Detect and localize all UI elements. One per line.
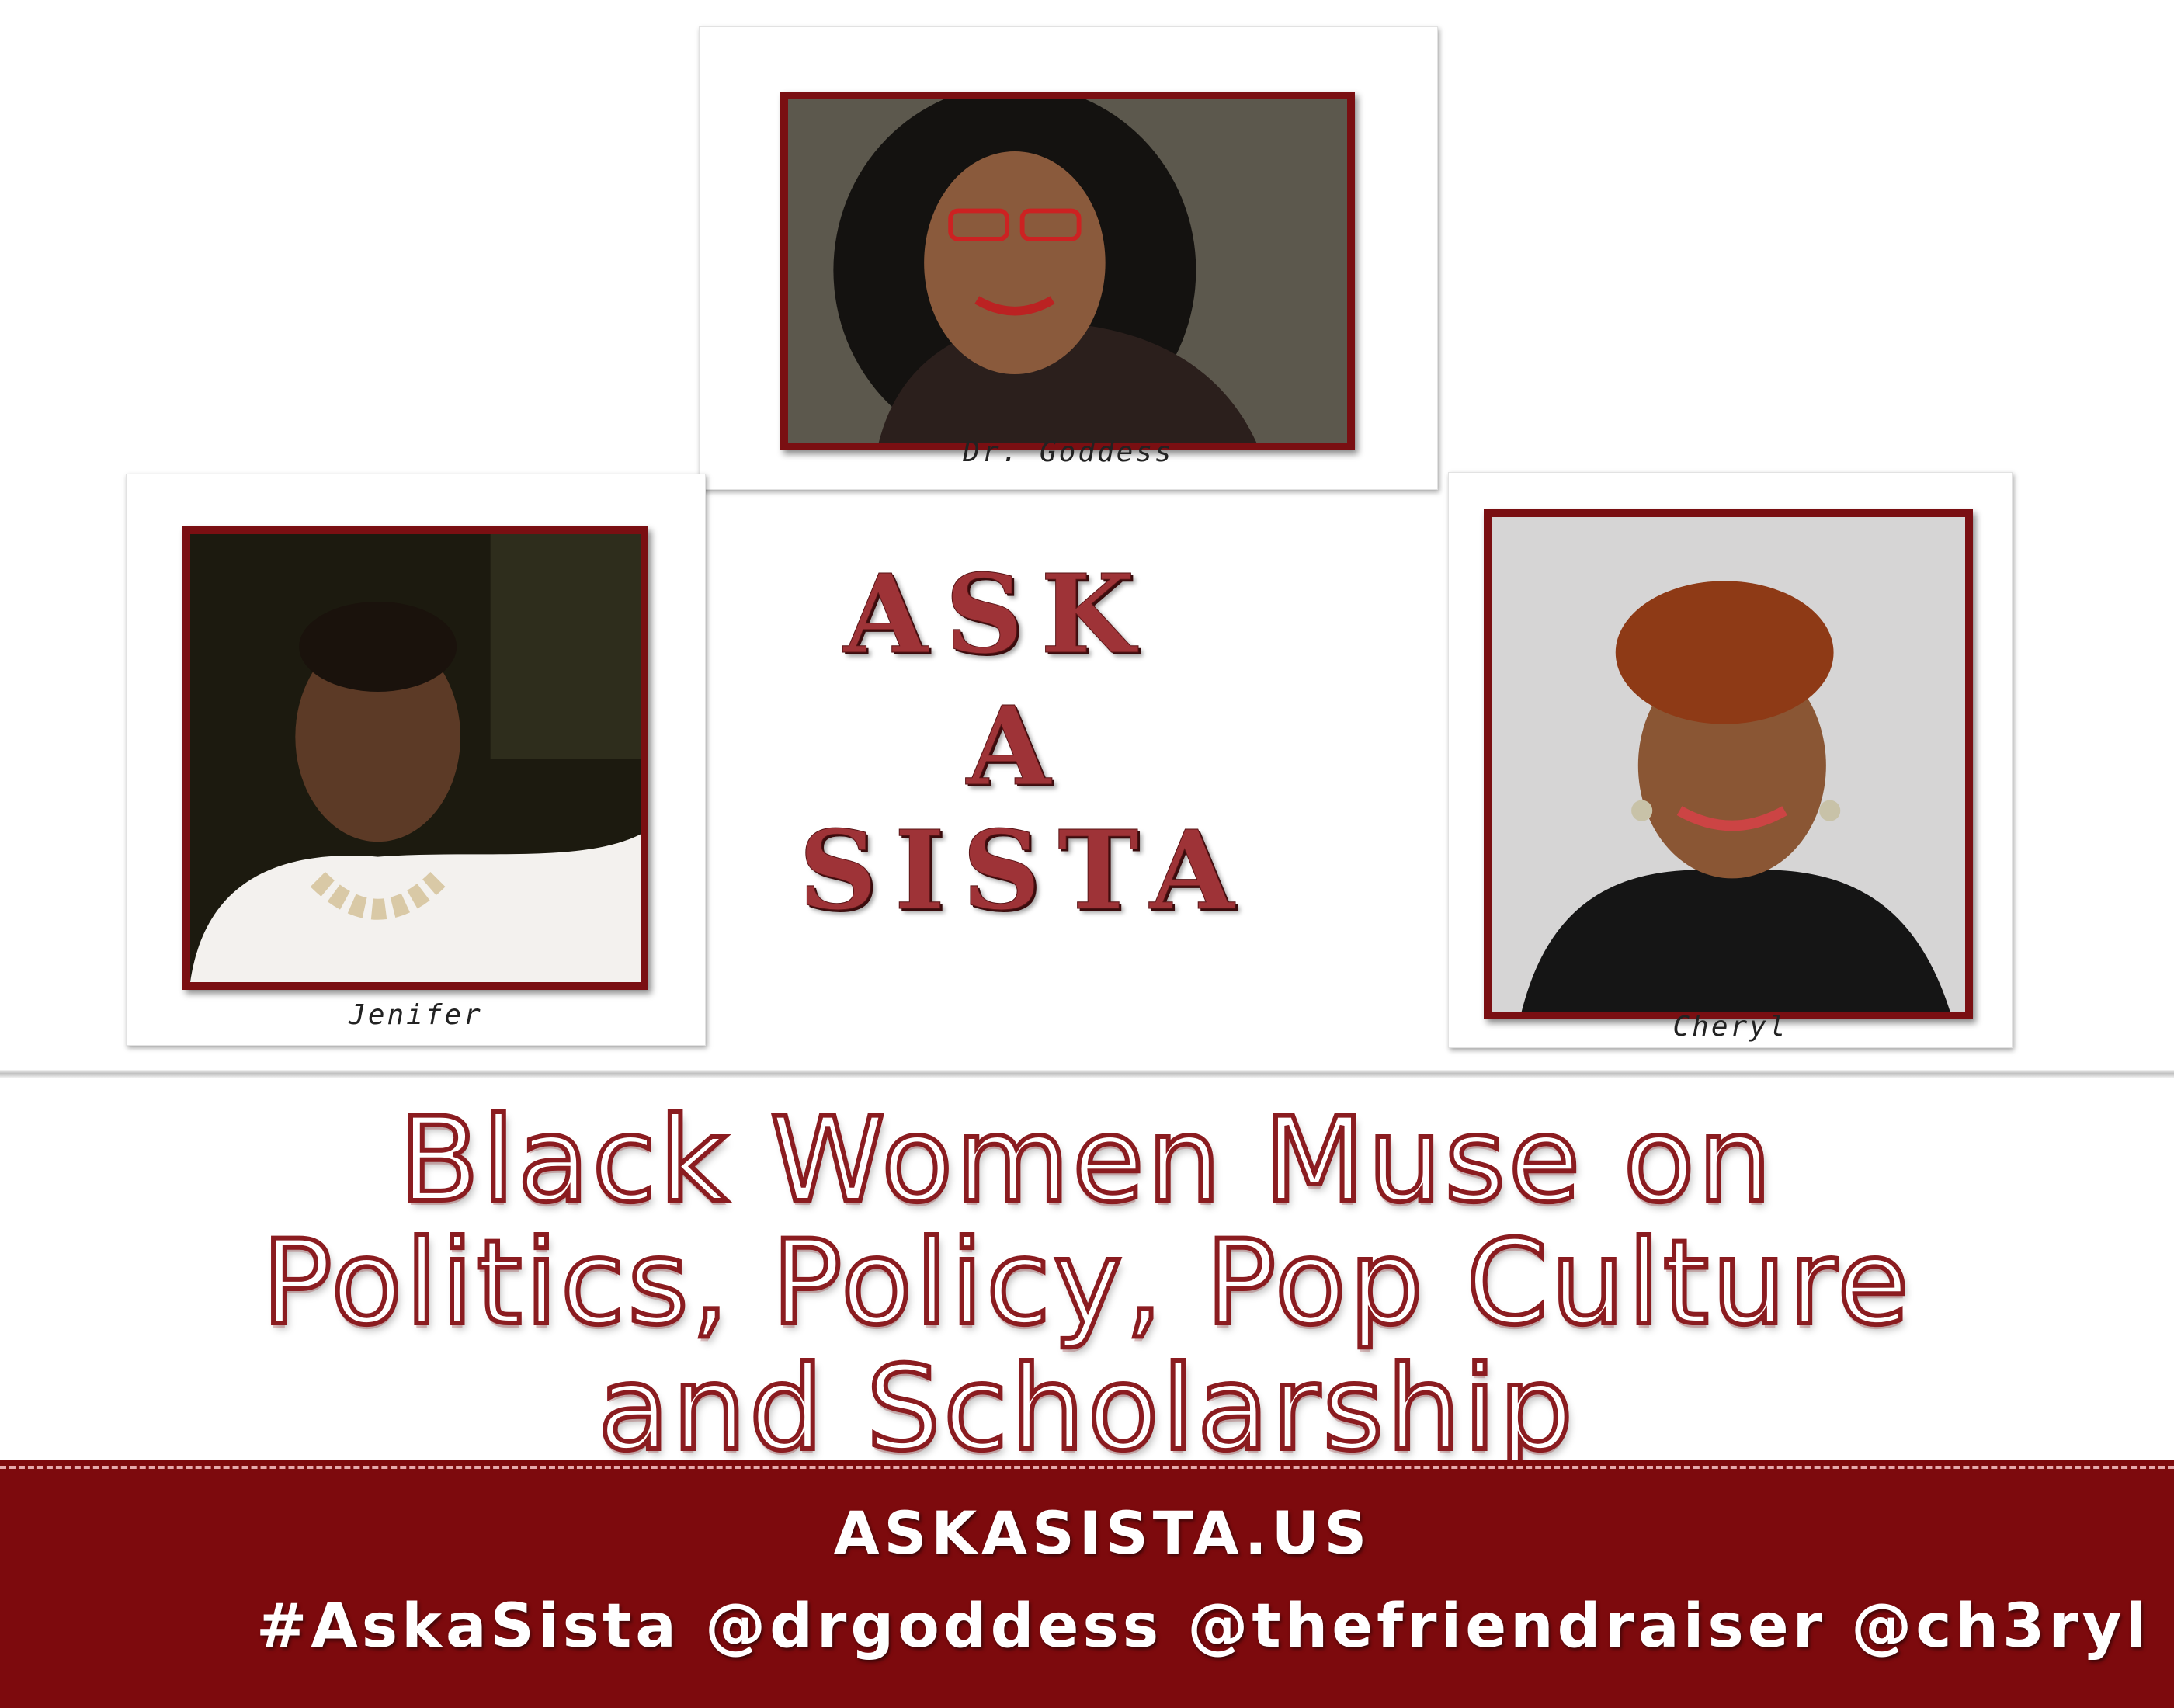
logo-line-ask: ASK (843, 551, 1152, 679)
logo-line-sista: SISTA (798, 807, 1252, 936)
tagline-line-3: and Scholarship (596, 1342, 1576, 1477)
host-name-dr-goddess: Dr. Goddess (963, 436, 1174, 468)
tagline-line-2: Politics, Policy, Pop Culture (259, 1216, 1912, 1351)
host-name-cheryl: Cheryl (1672, 1011, 1788, 1043)
logo-line-a: A (966, 683, 1068, 811)
host-name-jenifer: Jenifer (349, 999, 483, 1031)
tagline-line-1: Black Women Muse on (397, 1093, 1775, 1228)
host-photo-jenifer (182, 526, 648, 990)
host-photo-dr-goddess (780, 92, 1355, 450)
footer-banner: ASKASISTA.US #AskaSista @drgoddess @thef… (0, 1460, 2174, 1708)
social-handles: #AskaSista @drgoddess @thefriendraiser @… (256, 1592, 2151, 1661)
website-url[interactable]: ASKASISTA.US (0, 1498, 2174, 1567)
host-card-cheryl: Cheryl (1448, 472, 2013, 1048)
footer-stitching (0, 1466, 2174, 1469)
host-card-dr-goddess: Dr. Goddess (699, 26, 1438, 490)
host-card-jenifer: Jenifer (126, 474, 706, 1046)
host-photo-cheryl (1484, 509, 1973, 1019)
divider (0, 1070, 2174, 1078)
